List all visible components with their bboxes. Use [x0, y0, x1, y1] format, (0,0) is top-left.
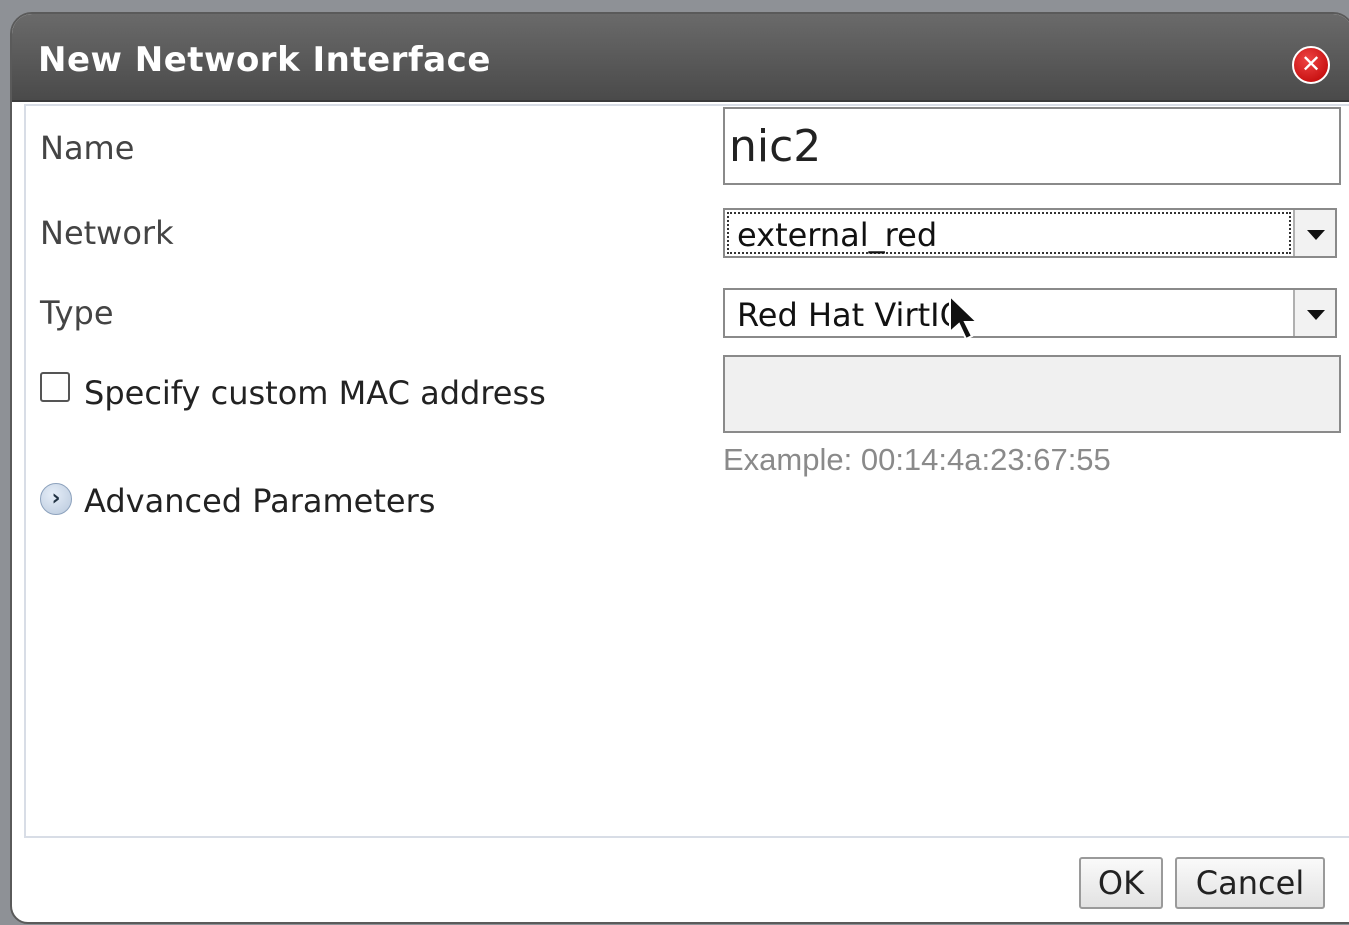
name-input[interactable]: nic2 [723, 107, 1341, 185]
type-label: Type [40, 294, 114, 332]
new-network-interface-dialog: New Network Interface ✕ Name nic2 Networ… [10, 12, 1349, 924]
name-label: Name [40, 129, 135, 167]
network-select-value: external_red [737, 216, 938, 254]
close-icon[interactable]: ✕ [1292, 46, 1330, 84]
chevron-down-icon[interactable] [1293, 290, 1335, 336]
advanced-parameters-toggle[interactable]: Advanced Parameters [84, 482, 435, 520]
mouse-cursor-icon [949, 294, 980, 341]
ok-button[interactable]: OK [1079, 857, 1163, 909]
network-label: Network [40, 214, 174, 252]
name-input-value: nic2 [729, 121, 822, 172]
type-select-value: Red Hat VirtIO [737, 296, 965, 334]
type-select[interactable]: Red Hat VirtIO [723, 288, 1337, 338]
chevron-down-icon[interactable] [1293, 210, 1335, 256]
custom-mac-label[interactable]: Specify custom MAC address [84, 374, 546, 412]
cancel-button[interactable]: Cancel [1175, 857, 1325, 909]
expand-arrow-icon[interactable]: › [40, 483, 72, 515]
network-select[interactable]: external_red [723, 208, 1337, 258]
dialog-titlebar[interactable]: New Network Interface ✕ [12, 14, 1349, 102]
custom-mac-checkbox[interactable] [40, 372, 70, 402]
mac-address-input [723, 355, 1341, 433]
dialog-title: New Network Interface [38, 40, 491, 80]
mac-example-hint: Example: 00:14:4a:23:67:55 [723, 442, 1111, 477]
